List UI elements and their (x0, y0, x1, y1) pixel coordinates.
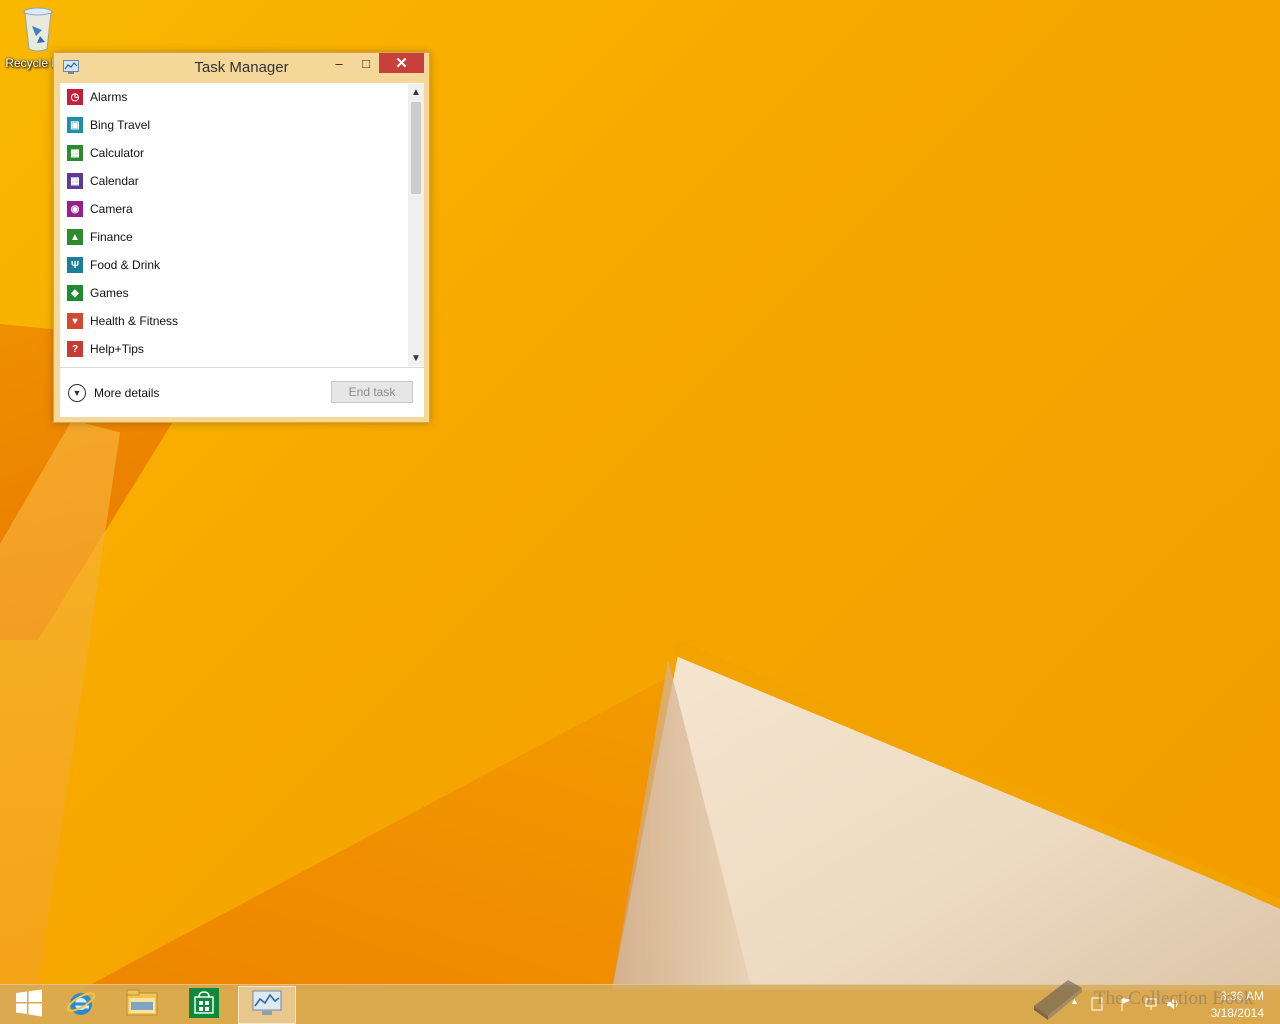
minimize-button[interactable]: – (326, 53, 352, 73)
store-bag-icon (189, 987, 219, 1023)
list-item[interactable]: ◆ Games (60, 279, 407, 307)
task-manager-icon (252, 990, 282, 1021)
maximize-button[interactable]: □ (353, 53, 379, 73)
scroll-down-arrow-icon[interactable]: ▼ (408, 350, 424, 366)
watermark-text: The Collection Book (1094, 988, 1254, 1009)
app-list: ◷ Alarms ▣ Bing Travel ▦ Calculator ▦ Calendar ◉… (60, 83, 407, 367)
list-item[interactable]: ▦ Calculator (60, 139, 407, 167)
wallpaper-shape (80, 660, 700, 990)
game-controller-icon: ◆ (67, 285, 83, 301)
close-icon: ✕ (395, 55, 408, 72)
list-item[interactable]: ◷ Alarms (60, 83, 407, 111)
divider (60, 367, 424, 368)
calculator-icon: ▦ (67, 145, 83, 161)
app-name-label: Finance (90, 230, 133, 244)
more-details-label: More details (94, 386, 160, 400)
file-explorer-taskbar-button[interactable] (113, 986, 171, 1024)
book-icon (1030, 980, 1086, 1024)
list-item[interactable]: ? Help+Tips (60, 335, 407, 363)
task-manager-content: ◷ Alarms ▣ Bing Travel ▦ Calculator ▦ Calendar ◉… (60, 83, 424, 417)
maximize-icon: □ (362, 55, 370, 71)
list-item[interactable]: ▣ Bing Travel (60, 111, 407, 139)
folder-icon (126, 988, 158, 1023)
watermark: The Collection Book (1030, 976, 1270, 1022)
store-taskbar-button[interactable] (175, 986, 233, 1024)
start-button[interactable] (0, 986, 58, 1024)
app-name-label: Bing Travel (90, 118, 151, 132)
app-name-label: Games (90, 286, 129, 300)
app-name-label: Camera (90, 202, 133, 216)
list-item[interactable]: ▲ Finance (60, 223, 407, 251)
vertical-scrollbar[interactable]: ▲ ▼ (408, 84, 424, 366)
list-item[interactable]: ◉ Camera (60, 195, 407, 223)
app-name-label: Help+Tips (90, 342, 144, 356)
task-manager-taskbar-button[interactable] (238, 986, 296, 1024)
alarm-clock-icon: ◷ (67, 89, 83, 105)
scroll-thumb[interactable] (411, 102, 421, 194)
windows-logo-icon (15, 989, 43, 1022)
desktop: Recycle Bin Task Manager – □ ✕ ◷ Alarms … (0, 0, 1280, 1024)
title-bar[interactable]: Task Manager – □ ✕ (54, 53, 429, 83)
app-name-label: Food & Drink (90, 258, 161, 272)
suitcase-icon: ▣ (67, 117, 83, 133)
app-name-label: Calendar (90, 174, 139, 188)
scroll-up-arrow-icon[interactable]: ▲ (408, 84, 424, 100)
app-name-label: Calculator (90, 146, 145, 160)
list-item[interactable]: Ψ Food & Drink (60, 251, 407, 279)
chevron-down-icon: ▼ (68, 384, 86, 402)
recycle-bin-icon (22, 6, 53, 52)
finance-chart-icon: ▲ (67, 229, 83, 245)
app-name-label: Health & Fitness (90, 314, 179, 328)
internet-explorer-icon (65, 987, 97, 1024)
end-task-button[interactable]: End task (331, 381, 413, 403)
app-name-label: Alarms (90, 90, 128, 104)
minimize-icon: – (335, 55, 343, 71)
heart-icon: ♥ (67, 313, 83, 329)
internet-explorer-taskbar-button[interactable] (52, 986, 110, 1024)
camera-icon: ◉ (67, 201, 83, 217)
list-item[interactable]: ♥ Health & Fitness (60, 307, 407, 335)
close-button[interactable]: ✕ (379, 53, 424, 73)
task-manager-window: Task Manager – □ ✕ ◷ Alarms ▣ Bing Travel ▦ C… (53, 52, 430, 423)
list-item[interactable]: ▦ Calendar (60, 167, 407, 195)
calendar-icon: ▦ (67, 173, 83, 189)
utensils-icon: Ψ (67, 257, 83, 273)
more-details-button[interactable]: ▼ More details (68, 383, 159, 403)
help-icon: ? (67, 341, 83, 357)
